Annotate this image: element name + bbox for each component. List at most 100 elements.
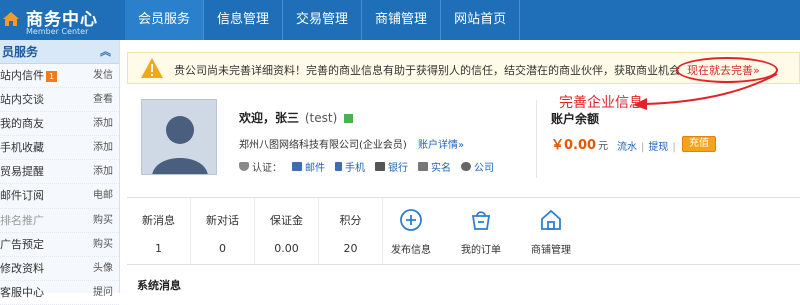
sidebar-item-action[interactable]: 购买: [93, 209, 113, 233]
id-card-icon: [418, 162, 428, 171]
stat-deposit[interactable]: 保证金 0.00: [255, 198, 319, 266]
withdraw-link[interactable]: 提现: [648, 142, 668, 153]
account-details-link[interactable]: 账户详情»: [418, 140, 464, 151]
avatar[interactable]: [141, 99, 217, 175]
stat-label: 新对话: [206, 214, 239, 227]
main-nav: 会员服务 信息管理 交易管理 商铺管理 网站首页: [125, 0, 521, 40]
stat-new-messages[interactable]: 新消息 1: [127, 198, 191, 266]
sidebar-item-label: 排名推广: [0, 213, 44, 227]
shield-icon: [239, 162, 249, 171]
chevron-double-up-icon[interactable]: ︽: [100, 40, 111, 64]
stat-value: 1: [155, 242, 162, 255]
sidebar-item-action[interactable]: 添加: [93, 112, 113, 136]
sidebar-item-label: 修改资料: [0, 261, 44, 275]
sidebar-item-action[interactable]: 添加: [93, 136, 113, 160]
sidebar-item-action[interactable]: 发信: [93, 64, 113, 88]
plus-circle-icon: [400, 209, 422, 231]
main-content: 贵公司尚未完善详细资料！完善的商业信息有助于获得别人的信任，结交潜在的商业伙伴，…: [127, 40, 800, 293]
sidebar-item-label: 广告预定: [0, 237, 44, 251]
sidebar-item-label: 邮件订阅: [0, 189, 44, 203]
sidebar-item-favorites[interactable]: 手机收藏 添加: [0, 136, 119, 161]
company-name: 郑州八图网络科技有限公司(企业会员): [239, 140, 407, 151]
sidebar-item-profile[interactable]: 修改资料 头像: [0, 257, 119, 281]
tab-trade-management[interactable]: 交易管理: [283, 0, 363, 40]
quick-label: 商铺管理: [531, 245, 571, 256]
stat-label: 保证金: [270, 214, 303, 227]
sidebar-item-messages[interactable]: 站内信件 1 发信: [0, 64, 119, 89]
brand-subtitle: Member Center: [26, 27, 89, 36]
tab-info-management[interactable]: 信息管理: [204, 0, 284, 40]
verified-icon: [344, 114, 354, 123]
sidebar-item-ads[interactable]: 广告预定 购买: [0, 233, 119, 257]
stat-value: 0: [219, 242, 226, 255]
balance-title: 账户余额: [551, 112, 600, 126]
stat-label: 积分: [339, 214, 362, 227]
company-badge-icon: [461, 162, 471, 171]
sidebar-item-label: 站内信件: [0, 69, 44, 82]
verify-company[interactable]: 公司: [461, 159, 494, 174]
verify-bank[interactable]: 银行: [375, 159, 408, 174]
sidebar-item-action[interactable]: 购买: [93, 233, 113, 257]
company-line: 郑州八图网络科技有限公司(企业会员) 账户详情»: [239, 136, 464, 151]
tab-member-service[interactable]: 会员服务: [125, 0, 205, 40]
quick-shop[interactable]: 商铺管理: [517, 198, 585, 266]
sidebar-item-label: 贸易提醒: [0, 165, 44, 179]
annotation-text: 完善企业信息: [559, 95, 643, 111]
sidebar-item-chat[interactable]: 站内交谈 查看: [0, 88, 119, 113]
sidebar-item-action[interactable]: 电邮: [93, 184, 113, 208]
home-icon: [3, 12, 19, 26]
user-silhouette-icon: [142, 100, 216, 174]
bank-card-icon: [375, 162, 385, 171]
sidebar: 员服务 ︽ 站内信件 1 发信 站内交谈 查看 我的商友 添加 手机收藏 添加 贸…: [0, 40, 120, 305]
tab-site-home[interactable]: 网站首页: [441, 0, 521, 40]
balance-value: ￥0.00: [551, 138, 597, 153]
system-messages-title: 系统消息: [137, 279, 181, 292]
verify-realname[interactable]: 实名: [418, 159, 451, 174]
recharge-button[interactable]: 充值: [682, 136, 716, 152]
quick-label: 发布信息: [391, 245, 431, 256]
sidebar-header[interactable]: 员服务 ︽: [0, 40, 119, 64]
sidebar-item-ranking[interactable]: 排名推广 购买: [0, 209, 119, 233]
quick-orders[interactable]: 我的订单: [447, 198, 515, 266]
welcome-line: 欢迎，张三 (test): [239, 109, 354, 126]
stat-label: 新消息: [142, 214, 175, 227]
stat-value: 20: [343, 242, 358, 255]
sidebar-item-label: 手机收藏: [0, 141, 44, 155]
home-icon: [541, 209, 561, 230]
unread-badge: 1: [46, 71, 57, 82]
sidebar-header-label: 员服务: [2, 45, 39, 59]
sidebar-item-trade-alert[interactable]: 贸易提醒 添加: [0, 160, 119, 185]
stat-new-chats[interactable]: 新对话 0: [191, 198, 255, 266]
phone-icon: [335, 162, 342, 171]
stats-bar: 新消息 1 新对话 0 保证金 0.00 积分 20 发布信息 我的订单 商铺管…: [127, 197, 800, 266]
annotation-arrow: [633, 73, 778, 110]
verify-email[interactable]: 邮件: [292, 159, 325, 174]
balance-amount: ￥0.00 元: [551, 134, 608, 153]
sidebar-item-action[interactable]: 添加: [93, 160, 113, 184]
welcome-text: 欢迎，张三: [239, 111, 300, 125]
sidebar-item-action[interactable]: 查看: [93, 88, 113, 112]
flow-link[interactable]: 流水: [617, 142, 637, 153]
mail-icon: [292, 162, 302, 171]
currency-unit: 元: [598, 141, 609, 152]
quick-publish[interactable]: 发布信息: [377, 198, 445, 266]
shopping-bag-icon: [471, 211, 491, 230]
verify-phone[interactable]: 手机: [335, 159, 365, 174]
brand[interactable]: 商务中心 Member Center: [0, 0, 125, 40]
tab-shop-management[interactable]: 商铺管理: [362, 0, 442, 40]
sidebar-item-label: 站内交谈: [0, 93, 44, 107]
sidebar-item-friends[interactable]: 我的商友 添加: [0, 112, 119, 137]
balance-ops: 流水 | 提现 |: [617, 142, 676, 153]
stat-points[interactable]: 积分 20: [319, 198, 383, 266]
divider: [536, 100, 537, 178]
verify-label: 认证：: [252, 163, 282, 174]
warning-icon: [141, 58, 163, 78]
sidebar-item-subscription[interactable]: 邮件订阅 电邮: [0, 184, 119, 209]
stat-value: 0.00: [274, 242, 299, 255]
username: (test): [304, 111, 338, 125]
sidebar-item-action[interactable]: 头像: [93, 257, 113, 281]
verification-row: 认证： 邮件 手机 银行 实名 公司: [239, 159, 504, 174]
sidebar-item-label: 我的商友: [0, 117, 44, 131]
quick-label: 我的订单: [461, 245, 501, 256]
notice-message: 贵公司尚未完善详细资料！完善的商业信息有助于获得别人的信任，结交潜在的商业伙伴，…: [174, 64, 680, 77]
